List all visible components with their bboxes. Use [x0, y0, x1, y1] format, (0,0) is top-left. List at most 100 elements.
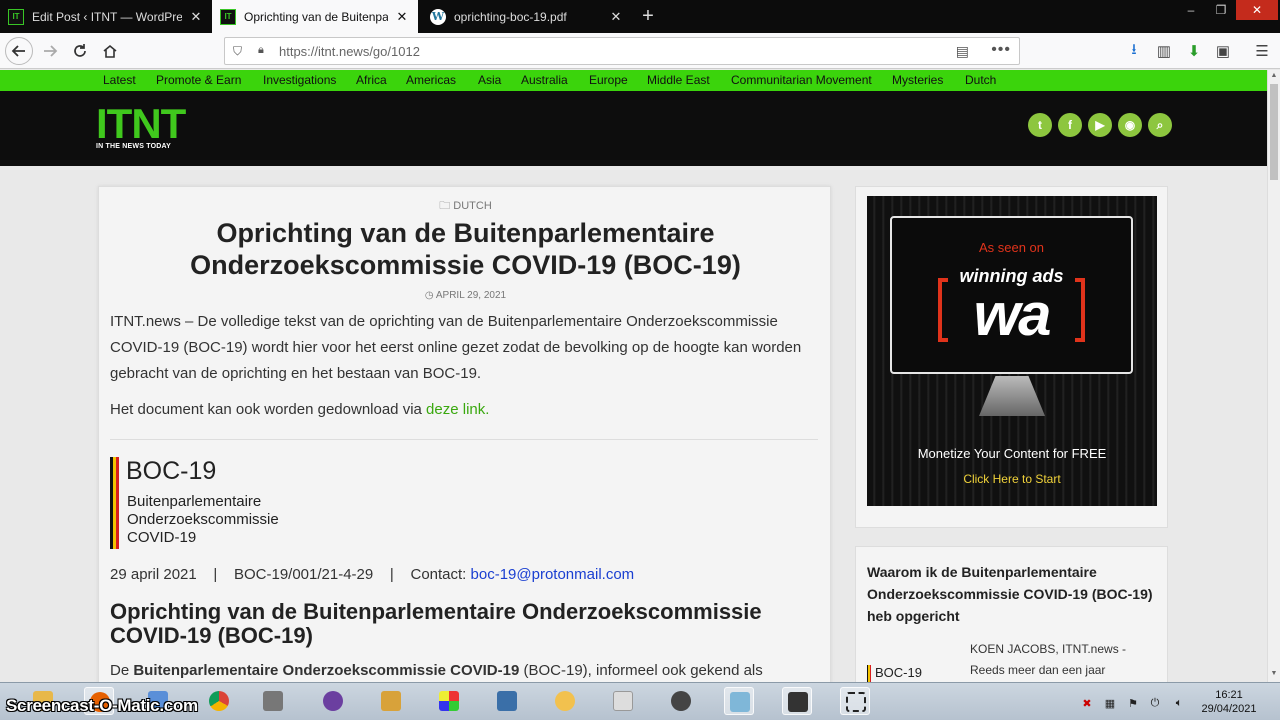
twitter-icon[interactable]: t — [1028, 113, 1052, 137]
belgian-flag-stripe — [110, 457, 119, 549]
close-tab-icon[interactable]: ✕ — [188, 9, 204, 25]
facebook-icon[interactable]: f — [1058, 113, 1082, 137]
meta-ref: BOC-19/001/21-4-29 — [233, 566, 374, 583]
menu-item-investigations[interactable]: Investigations — [263, 73, 336, 87]
taskbar-app-archive[interactable] — [258, 687, 288, 715]
sidebar-post-thumbnail[interactable]: BOC-19 — [867, 665, 957, 682]
taskbar-app-recorder[interactable] — [782, 687, 812, 715]
sidebar-ad-widget: As seen on winning ads wa Monetize Your … — [855, 186, 1168, 528]
taskbar-app-calculator[interactable] — [608, 687, 638, 715]
notes-icon — [497, 691, 517, 711]
extension-icon[interactable]: ▣ — [1214, 42, 1232, 60]
taskbar-app-snip[interactable] — [840, 687, 870, 715]
article-title: Oprichting van de Buitenparlementaire On… — [190, 218, 741, 280]
menu-item-asia[interactable]: Asia — [478, 73, 501, 87]
youtube-icon[interactable]: ▶ — [1088, 113, 1112, 137]
system-clock[interactable]: 16:21 29/04/2021 — [1196, 688, 1262, 716]
search-icon[interactable]: ⌕ — [1148, 113, 1172, 137]
flag-icon[interactable]: ⚑ — [1126, 697, 1140, 711]
category-label[interactable]: DUTCH — [453, 200, 492, 212]
back-button[interactable] — [5, 37, 33, 65]
menu-item-latest[interactable]: Latest — [103, 73, 136, 87]
menu-item-africa[interactable]: Africa — [356, 73, 387, 87]
sidebar-icon[interactable]: ▥ — [1155, 42, 1173, 60]
site-top-menu: Latest Promote & Earn Investigations Afr… — [0, 70, 1267, 91]
gear-icon — [671, 691, 691, 711]
home-button[interactable] — [97, 38, 123, 64]
volume-icon[interactable]: 🔈︎ — [1172, 697, 1186, 711]
scroll-up-icon[interactable]: ▲ — [1268, 72, 1280, 79]
winning-ads-banner[interactable]: As seen on winning ads wa Monetize Your … — [867, 196, 1157, 506]
minimize-button[interactable]: – — [1176, 0, 1206, 20]
menu-item-promote[interactable]: Promote & Earn — [156, 73, 241, 87]
body-suffix: (BOC-19), informeel ook gekend als — [519, 662, 763, 679]
menu-item-middle-east[interactable]: Middle East — [647, 73, 710, 87]
article-date-text: APRIL 29, 2021 — [435, 290, 507, 301]
taskbar-app-document[interactable] — [724, 687, 754, 715]
power-icon[interactable]: ⏻ — [1148, 697, 1162, 711]
ad-cta[interactable]: Click Here to Start — [867, 472, 1157, 486]
url-text[interactable]: https://itnt.news/go/1012 — [279, 44, 420, 59]
arrow-left-icon — [11, 45, 25, 57]
sidebar-post-excerpt: KOEN JACOBS, ITNT.news - Reeds meer dan … — [970, 639, 1160, 681]
scroll-down-icon[interactable]: ▼ — [1268, 670, 1280, 677]
menu-item-dutch[interactable]: Dutch — [965, 73, 996, 87]
colors-icon — [439, 691, 459, 711]
close-tab-icon[interactable]: ✕ — [608, 9, 624, 25]
close-tab-icon[interactable]: ✕ — [394, 9, 410, 25]
lock-icon[interactable]: 🔒︎ — [258, 44, 272, 58]
article-date: ◷ APRIL 29, 2021 — [99, 290, 832, 301]
tab-edit-post[interactable]: IT Edit Post ‹ ITNT — WordPress ✕ — [0, 0, 212, 33]
taskbar-app-editor[interactable] — [376, 687, 406, 715]
download-paragraph: Het document kan ook worden gedownload v… — [110, 397, 815, 423]
menu-item-europe[interactable]: Europe — [589, 73, 628, 87]
browser-tab-strip: IT Edit Post ‹ ITNT — WordPress ✕ IT Opr… — [0, 0, 1280, 33]
reader-view-icon[interactable]: ▤ — [956, 43, 969, 60]
tray-icon[interactable]: ▦ — [1103, 697, 1117, 711]
taskbar-app-paint[interactable] — [550, 687, 580, 715]
menu-item-australia[interactable]: Australia — [521, 73, 568, 87]
page-scrollbar[interactable]: ▲ ▼ — [1267, 70, 1280, 682]
forward-button[interactable] — [37, 38, 63, 64]
boc-logo-title: BOC-19 — [126, 457, 217, 485]
tab-oprichting[interactable]: IT Oprichting van de Buitenparlementaire… — [212, 0, 418, 33]
article-category[interactable]: 🗀︎ DUTCH — [99, 197, 832, 216]
url-bar[interactable]: ⛉ 🔒︎ https://itnt.news/go/1012 ▤ ••• — [224, 37, 1020, 65]
sidebar-post-title[interactable]: Waarom ik de Buitenparlementaire Onderzo… — [867, 561, 1157, 627]
tab-pdf[interactable]: W oprichting-boc-19.pdf ✕ — [422, 0, 632, 33]
new-tab-button[interactable]: + — [636, 4, 660, 28]
scroll-thumb[interactable] — [1270, 84, 1278, 180]
maximize-button[interactable]: ❐ — [1206, 0, 1236, 20]
network-error-icon[interactable]: ✖ — [1080, 697, 1094, 711]
screencast-watermark: Screencast-O-Matic.com — [6, 696, 198, 715]
download-icon[interactable]: ⭳ — [1125, 41, 1143, 60]
menu-item-americas[interactable]: Americas — [406, 73, 456, 87]
reload-button[interactable] — [67, 38, 93, 64]
tracking-shield-icon[interactable]: ⛉ — [233, 44, 247, 58]
menu-item-mysteries[interactable]: Mysteries — [892, 73, 943, 87]
excerpt-line: KOEN JACOBS, ITNT.news - — [970, 642, 1127, 656]
rss-icon[interactable]: ◉ — [1118, 113, 1142, 137]
site-header: ITNT IN THE NEWS TODAY t f ▶ ◉ ⌕ — [0, 91, 1267, 166]
arrow-right-icon — [44, 45, 58, 57]
taskbar-app-nvu[interactable] — [318, 687, 348, 715]
contact-email-link[interactable]: boc-19@protonmail.com — [471, 566, 635, 583]
article-card: 🗀︎ DUTCH Oprichting van de Buitenparleme… — [98, 186, 831, 682]
page-actions-icon[interactable]: ••• — [991, 41, 1011, 59]
menu-item-communitarian[interactable]: Communitarian Movement — [731, 73, 872, 87]
taskbar-app-notes[interactable] — [492, 687, 522, 715]
ad-tagline: Monetize Your Content for FREE — [917, 446, 1107, 461]
close-window-button[interactable]: ✕ — [1236, 0, 1278, 20]
taskbar-app-colors[interactable] — [434, 687, 464, 715]
extension-download-icon[interactable]: ⬇ — [1185, 42, 1203, 60]
reload-icon — [74, 44, 86, 57]
taskbar-app-chrome[interactable] — [204, 687, 234, 715]
paint-icon — [555, 691, 575, 711]
site-logo[interactable]: ITNT IN THE NEWS TODAY — [96, 103, 186, 151]
nvu-icon — [323, 691, 343, 711]
download-link[interactable]: deze link. — [426, 401, 489, 418]
hamburger-menu-icon[interactable]: ☰ — [1253, 42, 1271, 60]
taskbar-app-settings[interactable] — [666, 687, 696, 715]
clock-icon: ◷ — [424, 290, 434, 301]
archive-icon — [263, 691, 283, 711]
